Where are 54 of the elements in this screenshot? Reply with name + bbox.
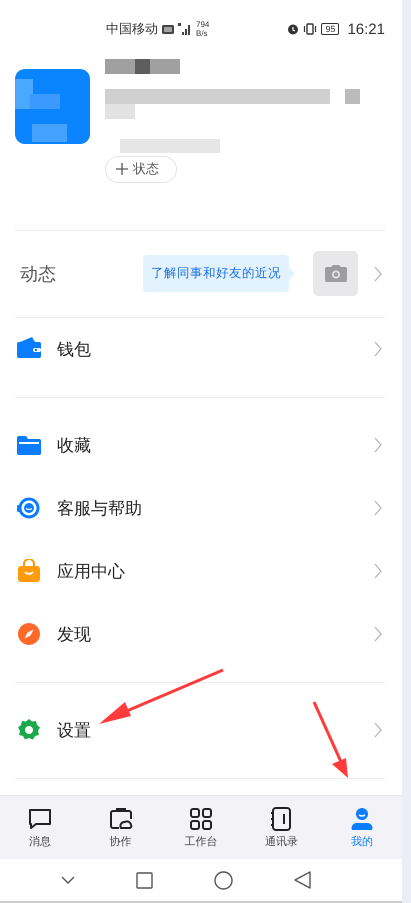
- tab[interactable]: 通讯录: [241, 796, 322, 860]
- tab[interactable]: 协作: [80, 796, 161, 860]
- speed-unit: B/s: [196, 29, 209, 38]
- tab[interactable]: 我的: [322, 796, 402, 860]
- row-label: 收藏: [57, 434, 92, 457]
- chevron-right-icon: [374, 500, 382, 516]
- row-label: 设置: [57, 720, 92, 742]
- tab[interactable]: 工作台: [160, 796, 242, 860]
- grid-icon: [189, 806, 214, 831]
- plus-icon: [116, 163, 128, 176]
- signal-icon: [178, 23, 192, 36]
- menu-item[interactable]: 发现: [15, 602, 385, 666]
- menu-item[interactable]: 收藏: [15, 414, 385, 477]
- clock-time: 16:21: [347, 20, 385, 38]
- headset-icon: [17, 496, 41, 520]
- chevron-right-icon: [374, 563, 382, 580]
- chat-bubble-icon: [28, 806, 52, 831]
- alarm-icon: [287, 23, 300, 36]
- gear-icon: [17, 718, 41, 742]
- battery-level: 95: [321, 23, 340, 36]
- folder-icon: [17, 433, 41, 458]
- status-button[interactable]: 状态: [105, 156, 177, 183]
- hint-bubble: 了解同事和好友的近况: [143, 255, 289, 292]
- row-label: 钱包: [57, 338, 92, 361]
- moments-row[interactable]: 动态 了解同事和好友的近况: [15, 230, 385, 318]
- cloud-folder-icon: [108, 806, 133, 831]
- home-icon: [214, 870, 234, 890]
- chevron-right-icon: [374, 722, 382, 738]
- menu-item[interactable]: 客服与帮助: [15, 476, 385, 540]
- compass-icon: [17, 622, 41, 646]
- back-icon: [294, 871, 312, 890]
- camera-button[interactable]: [313, 251, 358, 296]
- bubble-pointer: [289, 268, 295, 280]
- row-label: 客服与帮助: [57, 498, 143, 520]
- menu-item[interactable]: 设置: [15, 698, 385, 762]
- row-label: 动态: [20, 262, 57, 286]
- chevron-down-icon: [60, 876, 75, 884]
- camera-icon: [324, 265, 346, 282]
- chevron-right-icon: [374, 341, 382, 358]
- carrier-name: 中国移动: [106, 20, 158, 38]
- tab[interactable]: 消息: [0, 796, 80, 860]
- chevron-right-icon: [374, 266, 382, 282]
- shopping-bag-icon: [17, 559, 41, 584]
- address-book-icon: [269, 806, 294, 831]
- recent-apps-icon: [136, 872, 153, 889]
- vibrate-icon: [303, 23, 318, 36]
- chevron-right-icon: [374, 437, 382, 454]
- chevron-right-icon: [374, 626, 382, 642]
- menu-item[interactable]: 应用中心: [15, 540, 385, 603]
- network-speed: 794: [196, 20, 210, 30]
- person-icon: [350, 806, 374, 831]
- row-label: 应用中心: [57, 560, 126, 583]
- row-label: 发现: [57, 624, 92, 646]
- menu-item[interactable]: 钱包: [15, 318, 385, 381]
